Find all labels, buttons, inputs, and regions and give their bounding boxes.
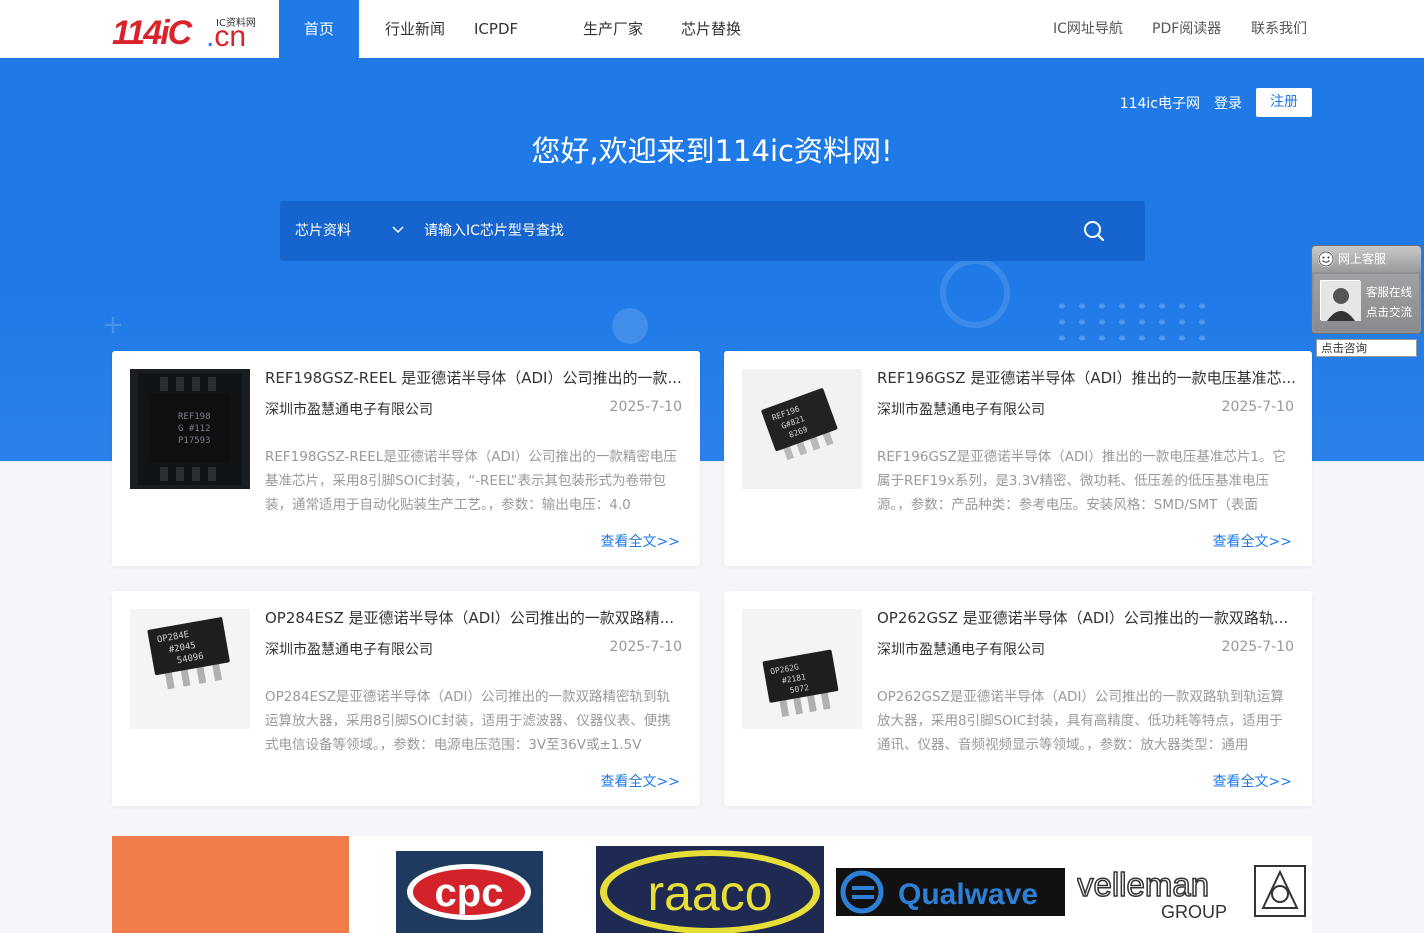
article-company: 深圳市盈慧通电子有限公司 [265,402,433,418]
online-service-widget[interactable]: 网上客服 客服在线 点击交流 [1311,245,1422,334]
svg-text:raaco: raaco [647,865,772,921]
chip-image[interactable]: OP262G #2181 5072 [742,609,862,729]
decor-dots [1052,298,1212,348]
logo-suffix: .cn [206,20,247,53]
svg-text:REF198: REF198 [178,412,211,422]
article-title[interactable]: OP284ESZ 是亚德诺半导体（ADI）公司推出的一款双路精... [265,607,685,628]
site-logo[interactable]: 114iC IC资料网 .cn [110,10,270,53]
main-nav: 首页 行业新闻 ICPDF 生产厂家 芯片替换 [279,0,779,58]
search-category-select[interactable]: 芯片资料 [295,201,351,261]
read-more-link[interactable]: 查看全文>> [601,771,680,791]
logo-main: 114iC [112,14,192,52]
article-date: 2025-7-10 [609,639,682,655]
chip-image[interactable]: REF196 G#821 8269 [742,369,862,489]
svg-text:Qualwave: Qualwave [898,878,1038,911]
article-title[interactable]: OP262GSZ 是亚德诺半导体（ADI）公司推出的一款双路轨... [877,607,1297,628]
nav-industry-news[interactable]: 行业新闻 [359,0,461,58]
search-input[interactable] [424,216,1064,246]
article-card[interactable]: OP262G #2181 5072 OP262GSZ 是亚德诺半导体（ADI）公… [724,591,1312,806]
nav-chip-replacement[interactable]: 芯片替换 [669,0,779,58]
brand-logos-strip: cpc raaco Qualwave velleman GROUP [112,836,1312,933]
nav-icpdf[interactable]: ICPDF [461,0,561,58]
top-navbar: 114iC IC资料网 .cn 首页 行业新闻 ICPDF 生产厂家 芯片替换 … [0,0,1424,58]
agent-online-text: 客服在线 [1366,285,1412,299]
brand-logo-cpc[interactable]: cpc [396,851,543,933]
article-card[interactable]: REF198 G #112 P17593 REF198GSZ-REEL 是亚德诺… [112,351,700,566]
article-date: 2025-7-10 [1221,399,1294,415]
site-link[interactable]: 114ic电子网 [1120,93,1200,113]
article-summary: REF196GSZ是亚德诺半导体（ADI）推出的一款电压基准芯片1。它属于REF… [877,449,1286,513]
search-bar: 芯片资料 [280,201,1145,261]
nav-manufacturers[interactable]: 生产厂家 [561,0,669,58]
article-company: 深圳市盈慧通电子有限公司 [265,642,433,658]
brand-logo-placeholder[interactable] [112,836,349,933]
article-company: 深圳市盈慧通电子有限公司 [877,642,1045,658]
nav-contact-us[interactable]: 联系我们 [1251,0,1307,58]
chip-image[interactable]: REF198 G #112 P17593 [130,369,250,489]
welcome-title: 您好,欢迎来到114ic资料网! [531,134,893,168]
svg-text:G #112: G #112 [178,424,211,434]
nav-home[interactable]: 首页 [279,0,359,58]
read-more-link[interactable]: 查看全文>> [1213,771,1292,791]
nav-ic-url-guide[interactable]: IC网址导航 [1053,0,1123,58]
brand-logo-qualwave[interactable]: Qualwave [836,868,1065,916]
decor-circle [940,258,1010,328]
chevron-down-icon[interactable] [392,201,404,261]
register-button[interactable]: 注册 [1256,88,1312,117]
article-date: 2025-7-10 [609,399,682,415]
nav-pdf-reader[interactable]: PDF阅读器 [1152,0,1221,58]
agent-avatar [1320,280,1361,321]
article-summary: OP284ESZ是亚德诺半导体（ADI）公司推出的一款双路精密轨到轨运算放大器，… [265,689,671,753]
article-summary: OP262GSZ是亚德诺半导体（ADI）公司推出的一款双路轨到轨运算放大器，采用… [877,689,1284,753]
read-more-link[interactable]: 查看全文>> [1213,531,1292,551]
article-title[interactable]: REF198GSZ-REEL 是亚德诺半导体（ADI）公司推出的一款... [265,367,685,388]
brand-logo-raaco[interactable]: raaco [596,846,824,933]
consult-button[interactable]: 点击咨询 [1316,339,1417,357]
svg-text:cpc: cpc [435,871,504,915]
article-date: 2025-7-10 [1221,639,1294,655]
article-card[interactable]: REF196 G#821 8269 REF196GSZ 是亚德诺半导体（ADI）… [724,351,1312,566]
svg-text:P17593: P17593 [178,436,211,446]
brand-logo-velleman[interactable]: velleman GROUP [1077,862,1307,922]
svg-text:GROUP: GROUP [1161,902,1227,922]
svg-text:velleman: velleman [1077,866,1209,903]
article-card[interactable]: OP284E #2045 54096 OP284ESZ 是亚德诺半导体（ADI）… [112,591,700,806]
article-summary: REF198GSZ-REEL是亚德诺半导体（ADI）公司推出的一款精密电压基准芯… [265,449,677,513]
search-icon[interactable] [1082,219,1106,243]
article-title[interactable]: REF196GSZ 是亚德诺半导体（ADI）推出的一款电压基准芯... [877,367,1297,388]
smiley-icon [1318,251,1334,267]
read-more-link[interactable]: 查看全文>> [601,531,680,551]
chip-image[interactable]: OP284E #2045 54096 [130,609,250,729]
click-chat-text[interactable]: 点击交流 [1366,304,1412,320]
decor-cross-icon: + [102,310,124,340]
decor-dot [612,308,648,344]
user-links: 114ic电子网 登录 注册 [1120,88,1312,117]
article-company: 深圳市盈慧通电子有限公司 [877,402,1045,418]
login-link[interactable]: 登录 [1214,93,1242,113]
